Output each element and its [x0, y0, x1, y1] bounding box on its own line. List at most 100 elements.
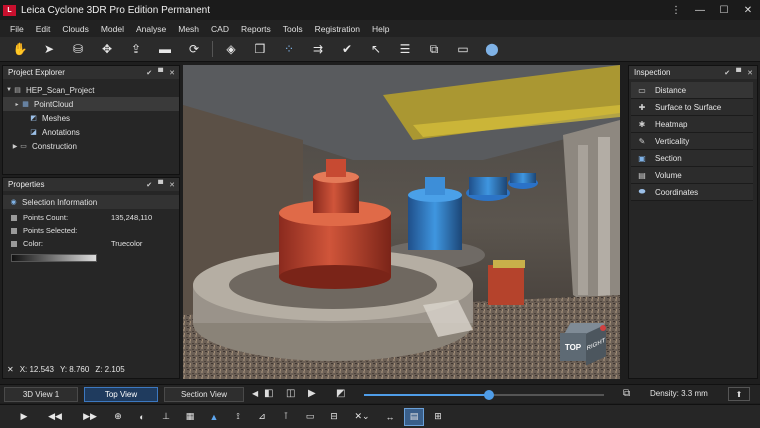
window-menu-button[interactable]: ⋮ — [664, 0, 688, 20]
align-icon[interactable]: ⇉ — [307, 39, 329, 59]
zoom-extents-icon[interactable]: ⊞ — [428, 408, 448, 426]
folder-icon[interactable]: ▬ — [154, 39, 176, 59]
color-gradient-bar[interactable] — [11, 254, 97, 262]
align-tool-icon[interactable]: ⊕ — [108, 408, 128, 426]
expand-icon[interactable]: ▸ — [13, 101, 21, 108]
menu-file[interactable]: File — [4, 24, 30, 34]
extract-icon[interactable]: ✕⌄ — [348, 408, 376, 426]
crop-icon[interactable]: ⊿ — [252, 408, 272, 426]
tree-item-project[interactable]: ▼ ▤ HEP_Scan_Project — [3, 83, 179, 97]
pin-icon[interactable]: ✔ — [146, 181, 152, 189]
tree-item-annotations[interactable]: ◪ Anotations — [3, 125, 179, 139]
expand-icon[interactable]: ▶ — [11, 143, 19, 150]
layers-icon[interactable]: ❒ — [249, 39, 271, 59]
float-icon[interactable]: ▀ — [158, 69, 163, 76]
menu-help[interactable]: Help — [366, 24, 395, 34]
selection-info-section[interactable]: ◉ Selection Information — [3, 195, 179, 209]
window-layout-icon[interactable]: ▭ — [452, 39, 474, 59]
cabinet-top — [493, 260, 525, 268]
inspection-volume[interactable]: ▤ Volume — [631, 167, 753, 184]
select-arrow-icon[interactable]: ↖ — [365, 39, 387, 59]
up-arrow-icon[interactable]: ⬆ — [728, 387, 750, 401]
inspection-surface-to-surface[interactable]: ✚ Surface to Surface — [631, 99, 753, 116]
clip-icon[interactable]: ⊺ — [276, 408, 296, 426]
menu-edit[interactable]: Edit — [30, 24, 57, 34]
float-icon[interactable]: ▀ — [736, 69, 741, 76]
cube-icon[interactable]: ◈ — [220, 39, 242, 59]
menu-analyse[interactable]: Analyse — [130, 24, 172, 34]
maximize-button[interactable]: ☐ — [712, 0, 736, 20]
panel-close-icon[interactable]: ✕ — [747, 69, 753, 77]
pin-icon[interactable]: ✔ — [146, 69, 152, 77]
inspection-section[interactable]: ▣ Section — [631, 150, 753, 167]
box-icon[interactable]: ▭ — [300, 408, 320, 426]
inspection-distance[interactable]: ▭ Distance — [631, 82, 753, 99]
measure-icon[interactable]: ⟟ — [228, 408, 248, 426]
menu-registration[interactable]: Registration — [309, 24, 366, 34]
tree-item-meshes[interactable]: ◩ Meshes — [3, 111, 179, 125]
scatter-icon[interactable]: ⁘ — [278, 39, 300, 59]
prop-value[interactable]: Truecolor — [111, 239, 142, 248]
prop-color: Color: Truecolor — [3, 237, 179, 250]
check-icon[interactable]: ✔ — [336, 39, 358, 59]
tab-section-view[interactable]: Section View — [164, 387, 244, 402]
float-icon[interactable]: ▀ — [158, 181, 163, 188]
menu-mesh[interactable]: Mesh — [172, 24, 205, 34]
help-circle-icon[interactable]: ⬤ — [481, 39, 503, 59]
rewind-icon[interactable]: ◀◀ — [38, 408, 72, 426]
inspection-heatmap[interactable]: ✱ Heatmap — [631, 116, 753, 133]
prev-icon[interactable]: ◀ — [252, 389, 258, 398]
inspection-verticality[interactable]: ✎ Verticality — [631, 133, 753, 150]
hand-tool-icon[interactable]: ✋ — [9, 39, 31, 59]
filter-icon[interactable]: ⊟ — [324, 408, 344, 426]
export-icon[interactable]: ⧉ — [423, 39, 445, 59]
panel-title: Inspection — [634, 68, 671, 77]
refresh-icon[interactable]: ⟳ — [183, 39, 205, 59]
inspection-label: Section — [655, 153, 682, 163]
project-explorer-header: Project Explorer ✔ ▀ ✕ — [3, 66, 179, 79]
screenshot-icon[interactable]: ⧉ — [623, 388, 630, 399]
menu-cad[interactable]: CAD — [205, 24, 235, 34]
mirror-icon[interactable]: ◐ — [132, 408, 152, 426]
layout-icon[interactable]: ◧ — [264, 388, 273, 399]
split-icon[interactable]: ◫ — [286, 388, 295, 399]
forward-icon[interactable]: ▶▶ — [76, 408, 104, 426]
menu-clouds[interactable]: Clouds — [56, 24, 94, 34]
close-button[interactable]: ✕ — [736, 0, 760, 20]
tree-item-construction[interactable]: ▶ ▭ Construction — [3, 139, 179, 153]
nav-cube[interactable]: TOP RIGHT — [558, 319, 610, 367]
pointer-icon[interactable]: ➤ — [38, 39, 60, 59]
menu-tools[interactable]: Tools — [277, 24, 309, 34]
camera-icon[interactable]: ◩ — [336, 388, 345, 399]
density-label: Density: 3.3 mm — [650, 389, 708, 398]
3d-viewport[interactable]: TOP RIGHT — [183, 65, 620, 379]
close-icon[interactable]: ✕ — [7, 365, 14, 374]
panel-close-icon[interactable]: ✕ — [169, 181, 175, 189]
nav-cube-front-face[interactable]: TOP — [560, 333, 586, 361]
list-icon[interactable]: ☰ — [394, 39, 416, 59]
play-icon[interactable]: ▶ — [14, 408, 34, 426]
transform-icon[interactable]: ✥ — [96, 39, 118, 59]
density-slider[interactable] — [364, 390, 604, 400]
panel-close-icon[interactable]: ✕ — [169, 69, 175, 77]
cylinder-icon[interactable]: ⛁ — [67, 39, 89, 59]
pin-point-icon[interactable]: ▲ — [204, 408, 224, 426]
grid-icon[interactable]: ▦ — [180, 408, 200, 426]
drop-icon[interactable]: ⊥ — [156, 408, 176, 426]
play-icon[interactable]: ▶ — [308, 388, 316, 399]
minimize-button[interactable]: — — [688, 0, 712, 20]
view-mode-icon[interactable]: ▤ — [404, 407, 424, 426]
tree-item-pointcloud[interactable]: ▸ ▦ PointCloud — [3, 97, 179, 111]
menu-model[interactable]: Model — [95, 24, 130, 34]
dx-icon[interactable]: ↔ — [380, 408, 400, 426]
pin-icon[interactable]: ✔ — [724, 69, 730, 77]
project-icon: ▤ — [14, 87, 21, 94]
tab-3d-view-1[interactable]: 3D View 1 — [4, 387, 78, 402]
import-icon[interactable]: ⇪ — [125, 39, 147, 59]
collapse-icon[interactable]: ▼ — [5, 87, 13, 93]
tab-top-view[interactable]: Top View — [84, 387, 158, 402]
panel-title: Properties — [8, 180, 45, 189]
menu-reports[interactable]: Reports — [235, 24, 277, 34]
inspection-coordinates[interactable]: ⬬ Coordinates — [631, 184, 753, 201]
slider-thumb[interactable] — [483, 390, 494, 400]
